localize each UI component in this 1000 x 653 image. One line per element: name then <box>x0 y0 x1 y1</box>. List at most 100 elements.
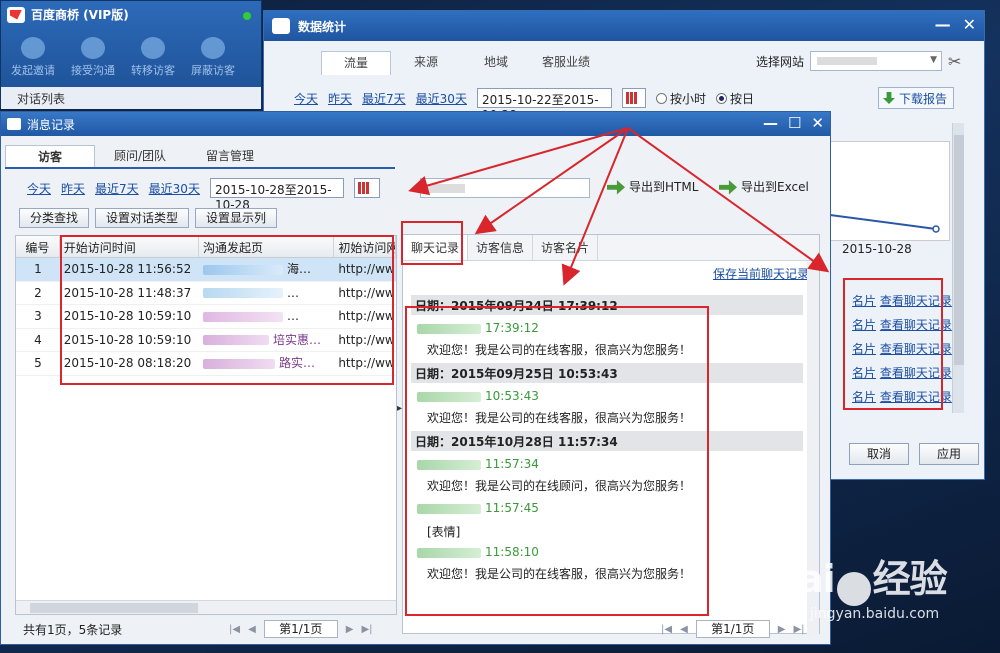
stats-chart-line <box>830 214 940 233</box>
tab-service-performance[interactable]: 客服业绩 <box>531 51 601 75</box>
range-7days[interactable]: 最近7天 <box>95 180 139 197</box>
search-input[interactable] <box>419 178 590 198</box>
card-fragment[interactable]: 名片 <box>852 342 876 356</box>
calendar-icon[interactable] <box>353 178 380 198</box>
chat-time: 11:57:34 <box>485 457 539 471</box>
range-7days[interactable]: 最近7天 <box>362 90 406 107</box>
tab-chat-record[interactable]: 聊天记录 <box>403 235 469 260</box>
msg-date-input[interactable]: 2015-10-28至2015-10-28 <box>209 178 344 212</box>
col-initial-url[interactable]: 初始访问网 <box>334 236 396 257</box>
tab-source[interactable]: 来源 <box>391 51 461 75</box>
cancel-button[interactable]: 取消 <box>849 443 909 465</box>
tab-visitor-info[interactable]: 访客信息 <box>468 235 534 260</box>
apply-button[interactable]: 应用 <box>919 443 979 465</box>
prev-page-icon[interactable]: ◀ <box>680 624 688 635</box>
view-chat-link[interactable]: 查看聊天记录 <box>880 366 952 380</box>
blurred-text <box>203 311 284 322</box>
set-columns-button[interactable]: 设置显示列 <box>195 208 278 228</box>
tab-region[interactable]: 地域 <box>461 51 531 75</box>
tab-traffic[interactable]: 流量 <box>321 51 391 75</box>
close-icon[interactable]: ✕ <box>963 15 976 34</box>
export-html-label: 导出到HTML <box>629 180 699 194</box>
range-today[interactable]: 今天 <box>294 90 318 107</box>
minimize-icon[interactable]: — <box>935 15 951 34</box>
view-chat-link[interactable]: 查看聊天记录 <box>880 390 952 404</box>
set-chat-type-button[interactable]: 设置对话类型 <box>95 208 190 228</box>
first-page-icon[interactable]: |◀ <box>661 624 672 635</box>
table-row[interactable]: 4 2015-10-28 10:59:10 培实惠… http://ww <box>16 329 396 352</box>
range-today[interactable]: 今天 <box>27 180 51 197</box>
download-report-button[interactable]: 下载报告 <box>877 87 954 109</box>
transfer-label: 转移访客 <box>131 64 175 77</box>
col-start-time[interactable]: 开始访问时间 <box>60 236 200 257</box>
card-fragment[interactable]: 名片 <box>852 318 876 332</box>
row-url: http://ww <box>338 285 395 300</box>
chat-message: [表情] <box>427 525 461 539</box>
prev-page-icon[interactable]: ◀ <box>248 624 256 635</box>
radio-by-day[interactable]: 按日 <box>715 90 754 107</box>
view-chat-link[interactable]: 查看聊天记录 <box>880 294 952 308</box>
next-page-icon[interactable]: ▶ <box>346 624 354 635</box>
chat-message: 欢迎您！我是公司的在线客服，很高兴为您服务！ <box>427 567 692 581</box>
table-row[interactable]: 3 2015-10-28 10:59:10 … http://ww <box>16 305 396 329</box>
minimize-icon[interactable]: — <box>763 114 778 132</box>
row-url: http://ww <box>338 332 395 347</box>
table-hscrollbar[interactable] <box>16 600 396 614</box>
settings-wrench-icon[interactable]: ✂ <box>948 52 961 71</box>
card-fragment[interactable]: 名片 <box>852 390 876 404</box>
x-tick-label: 2015-10-28 <box>842 242 912 256</box>
last-page-icon[interactable]: ▶| <box>793 624 804 635</box>
save-chat-link[interactable]: 保存当前聊天记录 <box>713 265 809 282</box>
chat-page-indicator[interactable]: 第1/1页 <box>695 620 770 638</box>
stats-scrollbar[interactable] <box>952 123 964 413</box>
card-fragment[interactable]: 名片 <box>852 294 876 308</box>
calendar-icon[interactable] <box>621 88 646 108</box>
tab-visitor[interactable]: 访客 <box>5 145 95 167</box>
category-search-button[interactable]: 分类查找 <box>19 208 90 228</box>
maximize-icon[interactable]: ☐ <box>788 114 801 132</box>
range-30days[interactable]: 最近30天 <box>149 180 200 197</box>
row-time: 2015-10-28 08:18:20 <box>63 356 192 370</box>
export-html-button[interactable]: 导出到HTML <box>607 178 698 195</box>
accept-chat-button[interactable]: 接受沟通 <box>69 37 117 78</box>
stats-date-input[interactable]: 2015-10-22至2015-10-28 <box>476 88 612 122</box>
last-page-icon[interactable]: ▶| <box>361 624 372 635</box>
col-id[interactable]: 编号 <box>16 236 60 257</box>
site-dropdown[interactable]: ▼ <box>810 51 943 71</box>
chart-point <box>932 225 940 233</box>
chat-sender: 11:58:10 <box>417 545 539 559</box>
page-indicator[interactable]: 第1/1页 <box>263 620 338 638</box>
blurred-sender <box>417 547 481 558</box>
block-visitor-button[interactable]: 屏蔽访客 <box>189 37 237 78</box>
table-hscroll-thumb[interactable] <box>30 603 198 613</box>
blurred-sender <box>417 503 481 514</box>
stats-scroll-thumb[interactable] <box>954 135 964 365</box>
blurred-text <box>203 264 284 275</box>
radio-by-hour[interactable]: 按小时 <box>655 90 706 107</box>
range-yesterday[interactable]: 昨天 <box>328 90 352 107</box>
tab-message-management[interactable]: 留言管理 <box>185 145 275 167</box>
first-page-icon[interactable]: |◀ <box>229 624 240 635</box>
view-chat-link[interactable]: 查看聊天记录 <box>880 342 952 356</box>
tab-consultant-team[interactable]: 顾问/团队 <box>95 145 185 167</box>
card-fragment[interactable]: 名片 <box>852 366 876 380</box>
col-origin-page[interactable]: 沟通发起页 <box>199 236 335 257</box>
view-chat-link[interactable]: 查看聊天记录 <box>880 318 952 332</box>
range-30days[interactable]: 最近30天 <box>416 90 467 107</box>
row-page: … <box>199 305 334 328</box>
shangqiao-title-text: 百度商桥 (VIP版) <box>31 8 129 22</box>
export-excel-button[interactable]: 导出到Excel <box>719 178 809 195</box>
transfer-visitor-button[interactable]: 转移访客 <box>129 37 177 78</box>
next-page-icon[interactable]: ▶ <box>778 624 786 635</box>
site-value-blurred <box>817 57 878 65</box>
invite-button[interactable]: 发起邀请 <box>9 37 57 78</box>
row-page: 路实… <box>199 352 334 375</box>
close-icon[interactable]: ✕ <box>811 114 824 132</box>
table-row[interactable]: 2 2015-10-28 11:48:37 … http://ww <box>16 282 396 305</box>
table-row[interactable]: 1 2015-10-28 11:56:52 海… http://ww <box>16 258 396 282</box>
table-row[interactable]: 5 2015-10-28 08:18:20 路实… http://ww <box>16 352 396 376</box>
row-id: 5 <box>34 356 42 370</box>
tab-visitor-card[interactable]: 访客名片 <box>533 235 599 260</box>
row-time: 2015-10-28 10:59:10 <box>63 309 192 323</box>
range-yesterday[interactable]: 昨天 <box>61 180 85 197</box>
